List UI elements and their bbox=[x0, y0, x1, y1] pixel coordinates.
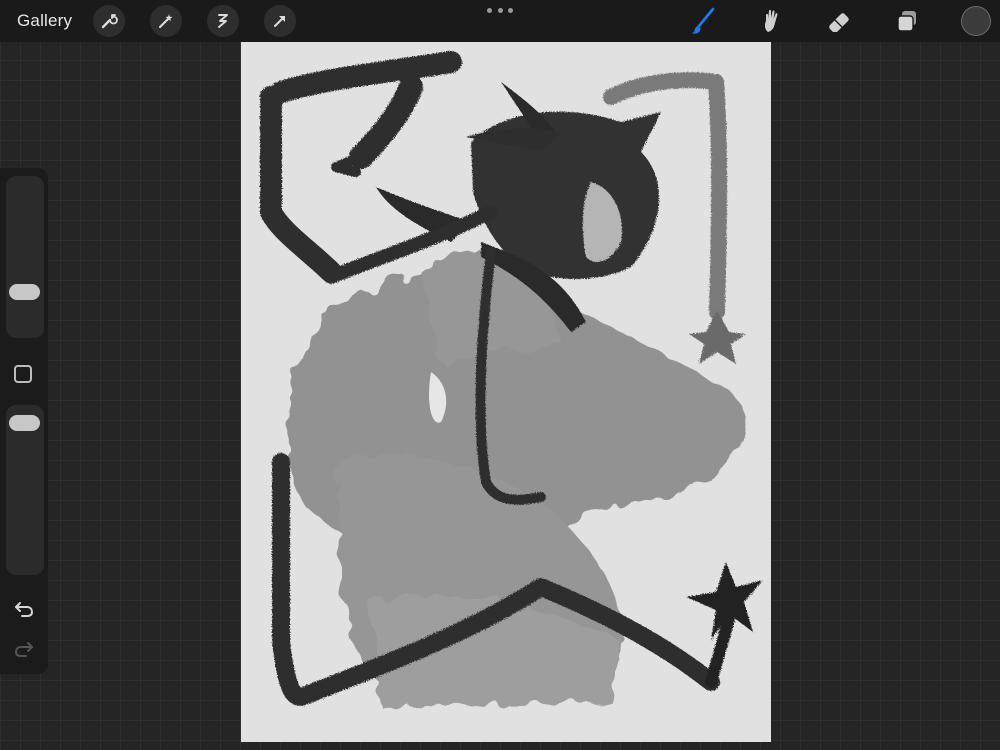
adjustments-button[interactable] bbox=[150, 5, 182, 37]
brush-icon bbox=[691, 7, 715, 34]
undo-icon bbox=[15, 602, 34, 617]
modify-square-icon[interactable] bbox=[14, 365, 32, 383]
transform-button[interactable] bbox=[264, 5, 296, 37]
magic-wand-icon bbox=[159, 14, 173, 28]
eraser-tool[interactable] bbox=[822, 4, 856, 38]
dot bbox=[508, 7, 513, 13]
opacity-thumb[interactable] bbox=[9, 415, 40, 431]
eraser-icon bbox=[829, 13, 849, 32]
brush-size-thumb[interactable] bbox=[9, 284, 40, 300]
selection-icon bbox=[218, 14, 228, 28]
selection-button[interactable] bbox=[207, 5, 239, 37]
sketch-artwork bbox=[260, 51, 763, 707]
wrench-icon bbox=[101, 14, 118, 29]
smudge-icon bbox=[764, 9, 778, 32]
brush-tool[interactable] bbox=[686, 4, 720, 38]
transform-arrow-icon bbox=[274, 16, 285, 27]
brush-size-slider[interactable] bbox=[6, 176, 44, 338]
more-options-icon[interactable] bbox=[487, 6, 513, 14]
layers-icon bbox=[897, 11, 916, 32]
left-sidebar bbox=[0, 168, 48, 674]
color-picker-button[interactable] bbox=[961, 6, 991, 36]
wrench-button[interactable] bbox=[93, 5, 125, 37]
drawing-canvas[interactable] bbox=[241, 42, 771, 742]
opacity-slider[interactable] bbox=[6, 405, 44, 575]
layers-tool[interactable] bbox=[890, 4, 924, 38]
redo-icon bbox=[14, 642, 33, 657]
dot bbox=[487, 7, 492, 13]
undo-button[interactable] bbox=[11, 598, 37, 620]
gallery-button[interactable]: Gallery bbox=[17, 11, 72, 31]
redo-button[interactable] bbox=[11, 638, 37, 660]
smudge-tool[interactable] bbox=[754, 4, 788, 38]
dot bbox=[497, 7, 503, 13]
top-toolbar: Gallery bbox=[0, 0, 1000, 42]
